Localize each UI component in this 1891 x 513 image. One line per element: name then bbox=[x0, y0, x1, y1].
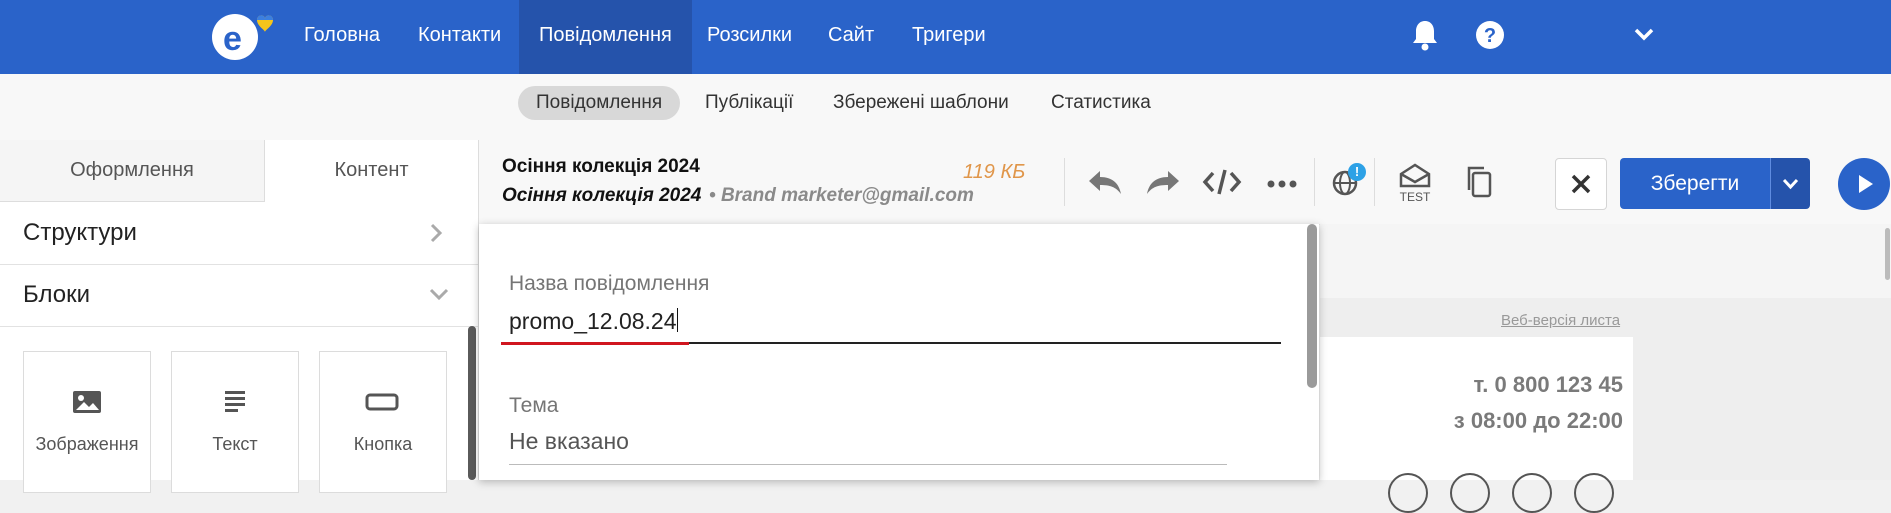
image-icon bbox=[72, 390, 102, 419]
undo-icon[interactable] bbox=[1086, 167, 1124, 202]
save-button[interactable]: Зберегти bbox=[1620, 158, 1770, 209]
block-text[interactable]: Текст bbox=[171, 351, 299, 493]
notice-badge: ! bbox=[1348, 163, 1366, 181]
social-icon bbox=[1512, 473, 1552, 513]
preview-play-button[interactable] bbox=[1838, 158, 1890, 210]
message-settings-popup: Назва повідомлення promo_12.08.24 Тема Н… bbox=[479, 224, 1319, 480]
test-label: TEST bbox=[1399, 190, 1431, 204]
block-button-label: Кнопка bbox=[353, 434, 413, 454]
message-subject: Осіння колекція 2024 bbox=[502, 185, 702, 206]
side-panel-scrollbar[interactable] bbox=[468, 326, 476, 480]
section-blocks[interactable]: Блоки bbox=[0, 264, 478, 327]
name-field-label: Назва повідомлення bbox=[509, 272, 710, 295]
message-name-input[interactable]: promo_12.08.24 bbox=[509, 308, 1281, 344]
text-lines-icon bbox=[222, 388, 248, 419]
section-structures[interactable]: Структури bbox=[0, 202, 478, 265]
nav-messages[interactable]: Повідомлення bbox=[519, 0, 692, 74]
tab-design[interactable]: Оформлення bbox=[0, 140, 265, 202]
bell-icon[interactable] bbox=[1410, 18, 1440, 52]
social-icon bbox=[1450, 473, 1490, 513]
subnav-saved-templates[interactable]: Збережені шаблони bbox=[815, 86, 1027, 120]
error-underline bbox=[501, 342, 689, 345]
more-icon[interactable] bbox=[1267, 176, 1297, 194]
redo-icon[interactable] bbox=[1144, 167, 1182, 202]
toolbar-divider bbox=[1374, 158, 1375, 206]
logo[interactable]: e bbox=[210, 8, 284, 64]
save-options-button[interactable] bbox=[1770, 158, 1810, 209]
chevron-down-icon bbox=[1782, 178, 1799, 190]
canvas-scrollbar[interactable] bbox=[1885, 228, 1890, 280]
text-cursor bbox=[676, 308, 678, 332]
block-image[interactable]: Зображення bbox=[23, 351, 151, 493]
top-navigation-bar: e Головна Контакти Повідомлення Розсилки… bbox=[0, 0, 1891, 74]
sender-email: Brand marketer@gmail.com bbox=[720, 185, 974, 206]
nav-mailings[interactable]: Розсилки bbox=[687, 0, 812, 74]
subject-value: Не вказано bbox=[509, 428, 629, 454]
close-button[interactable] bbox=[1555, 158, 1607, 210]
subnav-messages[interactable]: Повідомлення bbox=[518, 86, 681, 120]
subject-field-label: Тема bbox=[509, 394, 559, 417]
nav-home[interactable]: Головна bbox=[284, 0, 400, 74]
section-structures-label: Структури bbox=[23, 219, 137, 246]
subnav-statistics[interactable]: Статистика bbox=[1033, 86, 1169, 120]
subnav-publications[interactable]: Публікації bbox=[687, 86, 811, 120]
chevron-down-icon[interactable] bbox=[1632, 24, 1656, 44]
copy-icon[interactable] bbox=[1465, 165, 1493, 204]
popup-scrollbar[interactable] bbox=[1307, 224, 1317, 388]
social-icon bbox=[1388, 473, 1428, 513]
nav-contacts[interactable]: Контакти bbox=[398, 0, 521, 74]
toolbar-divider bbox=[1064, 158, 1065, 206]
email-header-card: т. 0 800 123 45 з 08:00 до 22:00 bbox=[1320, 337, 1633, 513]
svg-text:?: ? bbox=[1484, 25, 1496, 47]
code-icon[interactable] bbox=[1202, 167, 1242, 202]
close-icon bbox=[1571, 174, 1591, 194]
test-send-button[interactable]: TEST bbox=[1397, 162, 1433, 206]
canvas-top-strip bbox=[1320, 224, 1891, 298]
social-icon bbox=[1574, 473, 1614, 513]
editor-side-panel: Оформлення Контент Структури Блоки Зобра… bbox=[0, 140, 479, 493]
envelope-open-icon bbox=[1399, 163, 1431, 188]
hours-text: з 08:00 до 22:00 bbox=[1453, 408, 1623, 433]
block-button[interactable]: Кнопка bbox=[319, 351, 447, 493]
nav-triggers[interactable]: Тригери bbox=[892, 0, 1006, 74]
phone-text: т. 0 800 123 45 bbox=[1473, 372, 1623, 397]
block-text-label: Текст bbox=[212, 434, 258, 454]
subject-input[interactable]: Не вказано bbox=[509, 428, 1227, 465]
sub-navigation-bar: Повідомлення Публікації Збережені шаблон… bbox=[0, 74, 1891, 141]
section-blocks-label: Блоки bbox=[23, 281, 91, 308]
web-version-link[interactable]: Веб-версія листа bbox=[1501, 312, 1620, 329]
play-icon bbox=[1859, 175, 1873, 193]
toolbar-divider bbox=[1314, 158, 1315, 206]
message-size: 119 КБ bbox=[963, 161, 1026, 183]
nav-site[interactable]: Сайт bbox=[808, 0, 894, 74]
help-icon[interactable]: ? bbox=[1475, 20, 1505, 50]
message-sender: • Brand marketer@gmail.com bbox=[709, 185, 974, 206]
block-image-label: Зображення bbox=[35, 434, 139, 454]
editor-toolbar: Осіння колекція 2024 Осіння колекція 202… bbox=[479, 140, 1891, 225]
tab-content[interactable]: Контент bbox=[265, 140, 478, 201]
chevron-down-icon bbox=[428, 286, 450, 307]
button-shape-icon bbox=[365, 392, 399, 417]
message-name-value: promo_12.08.24 bbox=[509, 308, 677, 334]
message-title: Осіння колекція 2024 bbox=[502, 156, 700, 177]
svg-text:e: e bbox=[223, 20, 242, 58]
chevron-right-icon bbox=[428, 222, 444, 249]
